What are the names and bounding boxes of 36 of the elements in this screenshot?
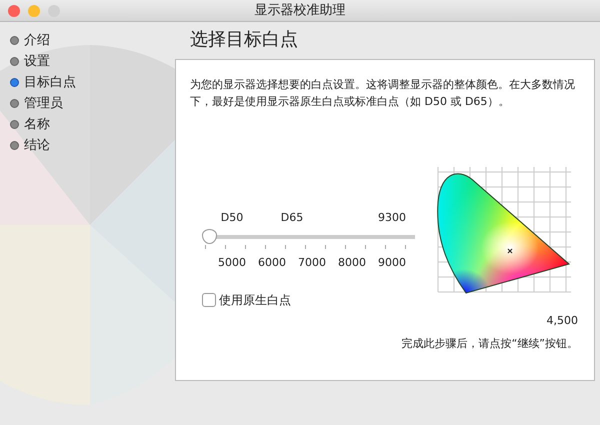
tick-mark xyxy=(265,244,266,248)
step-label: 目标白点 xyxy=(24,74,76,92)
page-heading: 选择目标白点 xyxy=(190,28,299,52)
slider-scale-label: 9000 xyxy=(378,254,406,270)
slider-preset-label: D65 xyxy=(280,210,304,226)
step-label: 结论 xyxy=(24,136,50,155)
checkbox[interactable] xyxy=(202,293,216,307)
tick-mark xyxy=(405,244,406,248)
slider-preset-label: 9300 xyxy=(378,210,406,226)
checkbox-label[interactable]: 使用原生白点 xyxy=(219,291,291,309)
tick-mark xyxy=(365,244,366,248)
temperature-value: 4,500 xyxy=(546,313,578,329)
tick-mark xyxy=(305,244,306,248)
step-label: 介绍 xyxy=(24,32,50,50)
minimize-button[interactable] xyxy=(28,5,40,17)
slider-thumb[interactable] xyxy=(202,228,217,244)
tick-mark xyxy=(345,244,346,248)
step-label: 设置 xyxy=(24,52,50,71)
tick-mark xyxy=(385,244,386,248)
step-label: 名称 xyxy=(24,116,50,134)
tick-mark xyxy=(285,244,286,248)
tick-mark xyxy=(245,244,246,248)
slider-scale-label: 8000 xyxy=(338,254,366,270)
tick-mark xyxy=(205,244,206,248)
close-button[interactable] xyxy=(8,5,20,17)
window-title: 显示器校准助理 xyxy=(254,2,346,20)
description-text: 为您的显示器选择想要的白点设置。这将调整显示器的整体颜色。在大多数情况下，最好是使用显示器原生白点或标准白点（如 D50 或 D65）。 xyxy=(190,77,576,110)
tick-mark xyxy=(225,244,226,248)
step-label: 管理员 xyxy=(24,94,63,113)
tick-mark xyxy=(325,244,326,248)
slider-preset-label: D50 xyxy=(220,210,244,226)
slider-scale-label: 7000 xyxy=(298,254,326,270)
instruction-text: 完成此步骤后，请点按“继续”按钮。 xyxy=(402,336,578,352)
slider-scale-label: 5000 xyxy=(218,254,246,270)
zoom-button[interactable] xyxy=(48,5,60,17)
slider-scale-label: 6000 xyxy=(258,254,286,270)
